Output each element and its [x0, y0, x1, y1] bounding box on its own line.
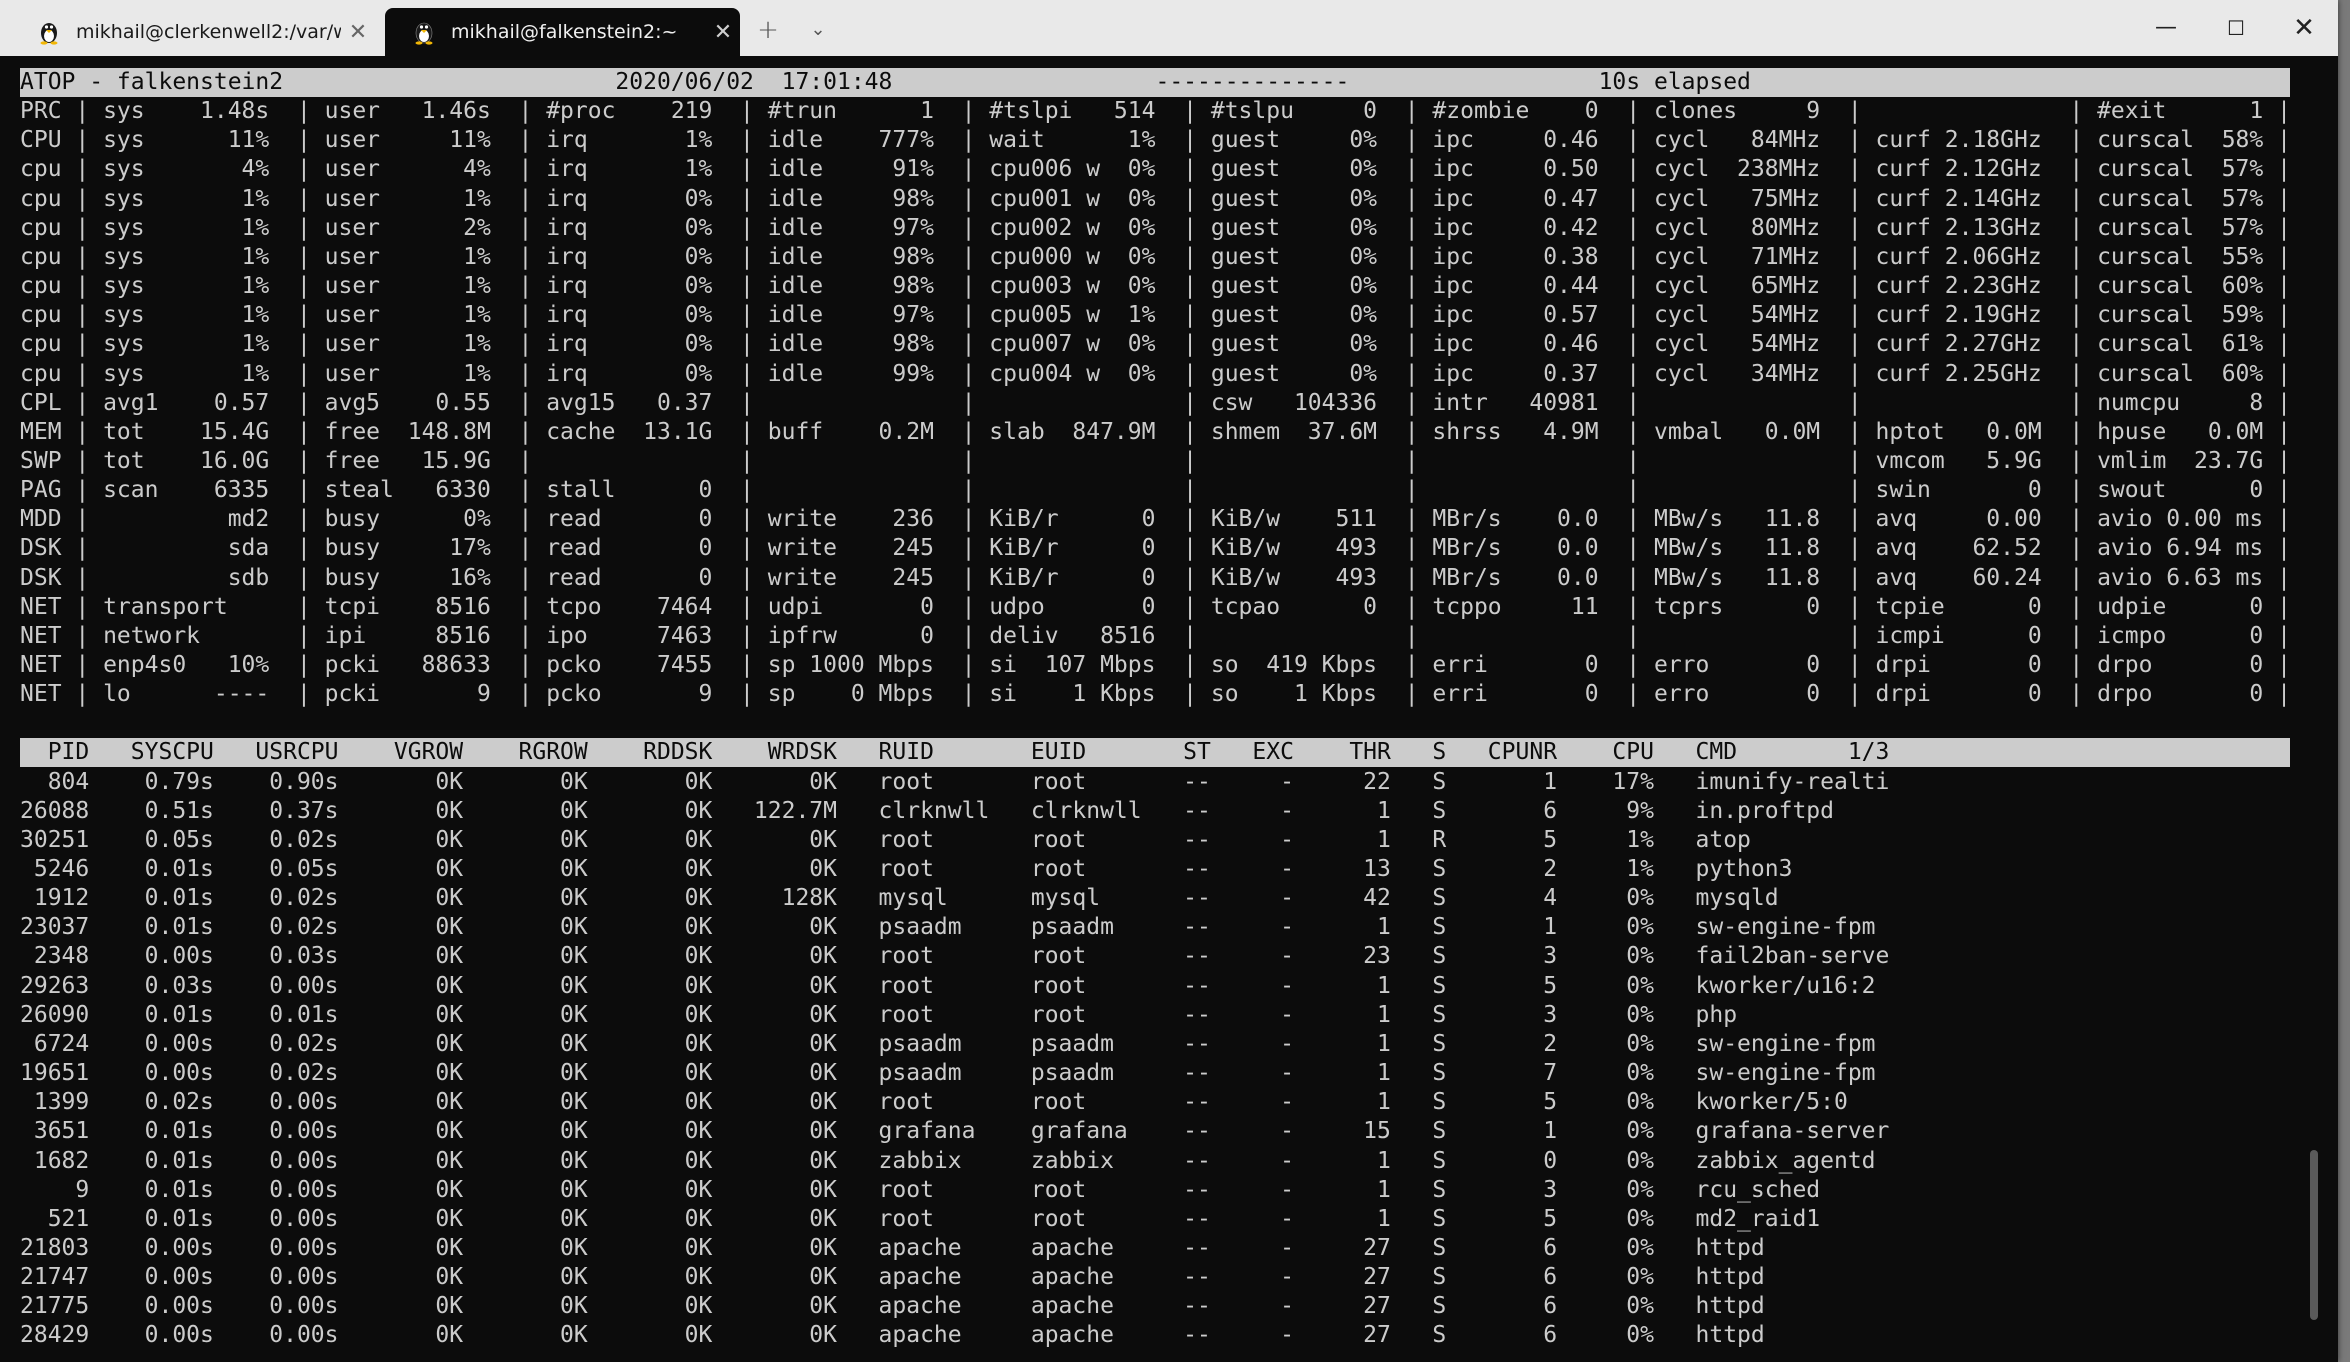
close-tab-icon[interactable]: ✕	[341, 20, 375, 45]
process-row: 9 0.01s 0.00s 0K 0K 0K 0K root root -- -…	[20, 1177, 1821, 1203]
system-stat-line: cpu | sys 1% | user 1% | irq 0% | idle 9…	[20, 361, 2291, 387]
tab-title: mikhail@clerkenwell2:/var/www	[76, 21, 341, 43]
process-row: 2348 0.00s 0.03s 0K 0K 0K 0K root root -…	[20, 943, 1890, 969]
process-row: 3651 0.01s 0.00s 0K 0K 0K 0K grafana gra…	[20, 1118, 1890, 1144]
process-row: 5246 0.01s 0.05s 0K 0K 0K 0K root root -…	[20, 856, 1793, 882]
close-tab-icon[interactable]: ✕	[706, 20, 740, 45]
system-stat-line: NET | enp4s0 10% | pcki 88633 | pcko 745…	[20, 652, 2291, 678]
system-stat-line: DSK | sdb | busy 16% | read 0 | write 24…	[20, 565, 2291, 591]
tab-falkenstein2[interactable]: mikhail@falkenstein2:~ ✕	[385, 8, 740, 56]
system-stat-line: NET | network | ipi 8516 | ipo 7463 | ip…	[20, 623, 2291, 649]
process-row: 1399 0.02s 0.00s 0K 0K 0K 0K root root -…	[20, 1089, 1848, 1115]
system-stat-line: cpu | sys 1% | user 1% | irq 0% | idle 9…	[20, 331, 2291, 357]
process-row: 26090 0.01s 0.01s 0K 0K 0K 0K root root …	[20, 1002, 1738, 1028]
linux-tux-icon	[415, 22, 433, 45]
process-row: 19651 0.00s 0.02s 0K 0K 0K 0K psaadm psa…	[20, 1060, 1876, 1086]
terminal-output[interactable]: ATOP - falkenstein2 2020/06/02 17:01:48 …	[20, 68, 2291, 1348]
process-row: 1682 0.01s 0.00s 0K 0K 0K 0K zabbix zabb…	[20, 1148, 1876, 1174]
atop-header-line: ATOP - falkenstein2 2020/06/02 17:01:48 …	[20, 68, 2290, 97]
system-stat-line: PAG | scan 6335 | steal 6330 | stall 0 |…	[20, 477, 2291, 503]
system-stat-line: cpu | sys 1% | user 2% | irq 0% | idle 9…	[20, 215, 2291, 241]
terminal-scrollbar[interactable]	[2310, 1150, 2318, 1320]
new-tab-button[interactable]: +	[750, 10, 786, 50]
system-stat-line: MDD | md2 | busy 0% | read 0 | write 236…	[20, 506, 2291, 532]
system-stat-line: cpu | sys 1% | user 1% | irq 0% | idle 9…	[20, 302, 2291, 328]
process-table-header: PID SYSCPU USRCPU VGROW RGROW RDDSK WRDS…	[20, 738, 2290, 767]
system-stat-line: cpu | sys 1% | user 1% | irq 0% | idle 9…	[20, 273, 2291, 299]
process-row: 23037 0.01s 0.02s 0K 0K 0K 0K psaadm psa…	[20, 914, 1876, 940]
tab-clerkenwell2[interactable]: mikhail@clerkenwell2:/var/www ✕	[10, 8, 375, 56]
system-stat-line: cpu | sys 1% | user 1% | irq 0% | idle 9…	[20, 244, 2291, 270]
process-row: 29263 0.03s 0.00s 0K 0K 0K 0K root root …	[20, 973, 1876, 999]
system-stat-line: cpu | sys 1% | user 1% | irq 0% | idle 9…	[20, 186, 2291, 212]
process-row: 521 0.01s 0.00s 0K 0K 0K 0K root root --…	[20, 1206, 1821, 1232]
tab-title: mikhail@falkenstein2:~	[451, 21, 678, 43]
system-stat-line: NET | transport | tcpi 8516 | tcpo 7464 …	[20, 594, 2291, 620]
system-stat-line: NET | lo ---- | pcki 9 | pcko 9 | sp 0 M…	[20, 681, 2291, 707]
process-row: 28429 0.00s 0.00s 0K 0K 0K 0K apache apa…	[20, 1322, 1765, 1348]
process-row: 6724 0.00s 0.02s 0K 0K 0K 0K psaadm psaa…	[20, 1031, 1876, 1057]
linux-tux-icon	[40, 23, 58, 45]
title-bar: mikhail@clerkenwell2:/var/www ✕ mikhail@…	[0, 0, 2338, 56]
system-stat-line: SWP | tot 16.0G | free 15.9G | | | | | |…	[20, 448, 2291, 474]
process-row: 1912 0.01s 0.02s 0K 0K 0K 128K mysql mys…	[20, 885, 1779, 911]
background-window-edge	[0, 1362, 2350, 1369]
system-stat-line: cpu | sys 4% | user 4% | irq 1% | idle 9…	[20, 156, 2291, 182]
process-row: 21803 0.00s 0.00s 0K 0K 0K 0K apache apa…	[20, 1235, 1765, 1261]
minimize-button[interactable]: —	[2132, 0, 2200, 56]
chevron-down-icon[interactable]: ⌄	[800, 10, 836, 50]
terminal-window: mikhail@clerkenwell2:/var/www ✕ mikhail@…	[0, 0, 2338, 1362]
process-row: 30251 0.05s 0.02s 0K 0K 0K 0K root root …	[20, 827, 1751, 853]
system-stat-line: CPL | avg1 0.57 | avg5 0.55 | avg15 0.37…	[20, 390, 2291, 416]
system-stat-line: MEM | tot 15.4G | free 148.8M | cache 13…	[20, 419, 2291, 445]
process-row: 21775 0.00s 0.00s 0K 0K 0K 0K apache apa…	[20, 1293, 1765, 1319]
close-window-button[interactable]: ✕	[2270, 0, 2338, 56]
process-row: 26088 0.51s 0.37s 0K 0K 0K 122.7M clrknw…	[20, 798, 1834, 824]
process-row: 21747 0.00s 0.00s 0K 0K 0K 0K apache apa…	[20, 1264, 1765, 1290]
system-stat-line: CPU | sys 11% | user 11% | irq 1% | idle…	[20, 127, 2291, 153]
system-stat-line: PRC | sys 1.48s | user 1.46s | #proc 219…	[20, 98, 2291, 124]
process-row: 804 0.79s 0.90s 0K 0K 0K 0K root root --…	[20, 769, 1890, 795]
maximize-button[interactable]: ☐	[2202, 0, 2270, 56]
system-stat-line: DSK | sda | busy 17% | read 0 | write 24…	[20, 535, 2291, 561]
